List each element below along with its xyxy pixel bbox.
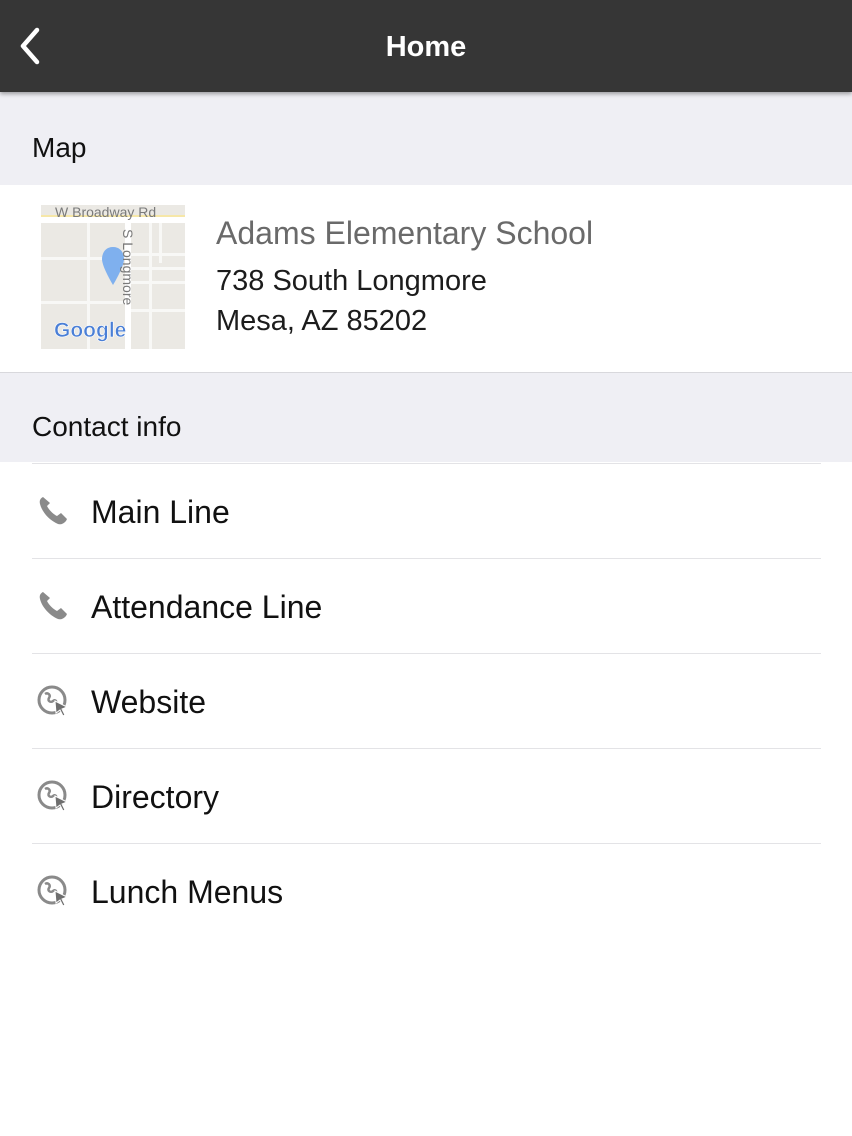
navigation-bar: Home: [0, 0, 852, 92]
contact-list: Main Line Attendance Line Website Direct…: [32, 463, 821, 938]
contact-item-directory[interactable]: Directory: [32, 749, 821, 844]
contact-item-label: Website: [91, 684, 207, 720]
contact-item-label: Main Line: [91, 494, 230, 530]
map-section-header: Map: [0, 92, 852, 185]
globe-cursor-icon: [37, 685, 69, 717]
google-logo: Google: [54, 319, 127, 343]
page-title: Home: [385, 31, 467, 63]
phone-icon: [39, 592, 67, 620]
map-street-label-side: S Longmore: [120, 229, 136, 305]
contact-item-label: Lunch Menus: [91, 874, 284, 910]
google-logo-text: Google: [54, 319, 126, 342]
map-graphic: W Broadway Rd S Longmore Google: [41, 205, 185, 349]
contact-item-main-line[interactable]: Main Line: [32, 464, 821, 559]
contact-item-attendance-line[interactable]: Attendance Line: [32, 559, 821, 654]
globe-cursor-icon: [37, 875, 69, 907]
map-card[interactable]: W Broadway Rd S Longmore Google Adams El…: [0, 185, 852, 372]
contact-item-lunch-menus[interactable]: Lunch Menus: [32, 844, 821, 938]
phone-icon: [39, 497, 67, 525]
map-thumbnail[interactable]: W Broadway Rd S Longmore Google: [41, 205, 185, 349]
contact-item-website[interactable]: Website: [32, 654, 821, 749]
address-line-1: 738 South Longmore: [216, 265, 487, 297]
contact-item-label: Directory: [91, 779, 220, 815]
contact-item-label: Attendance Line: [91, 589, 323, 625]
map-street-label-top: W Broadway Rd: [55, 205, 156, 220]
address-line-2: Mesa, AZ 85202: [216, 305, 428, 337]
school-name: Adams Elementary School: [216, 215, 594, 251]
globe-cursor-icon: [37, 780, 69, 812]
contact-section-header: Contact info: [0, 372, 852, 462]
